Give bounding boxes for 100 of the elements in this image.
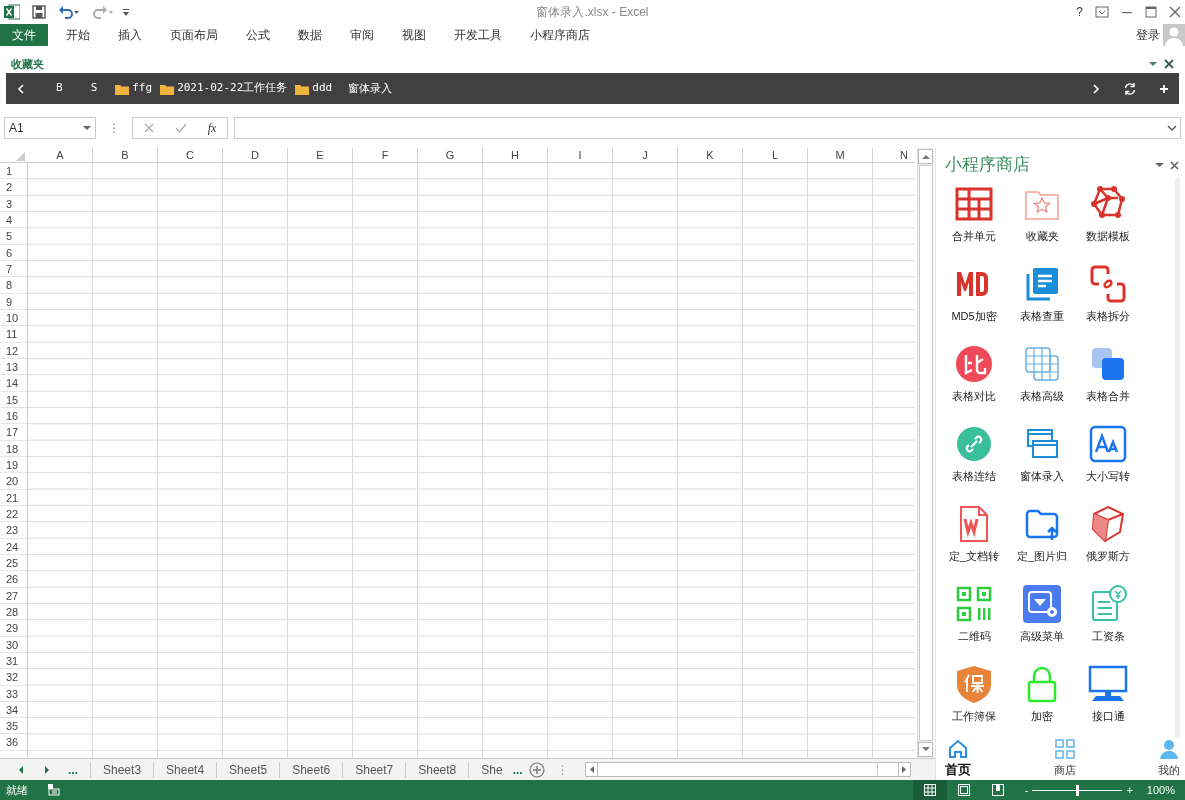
folder-link[interactable]: 2021-02-22工作任务 [156, 80, 292, 97]
more-icon[interactable]: ⋮ [108, 119, 120, 137]
login-link[interactable]: 登录 [1136, 26, 1160, 44]
scroll-down-button[interactable] [918, 742, 933, 757]
excel-logo-icon[interactable] [4, 4, 20, 20]
row-header[interactable]: 15 [0, 391, 27, 408]
sheet-tab[interactable]: Sheet6 [280, 761, 344, 778]
app-tile[interactable]: 定_文档转 [939, 498, 1009, 579]
ribbon-tab[interactable]: 数据 [284, 24, 336, 46]
column-header[interactable]: F [353, 148, 418, 162]
column-header[interactable]: H [483, 148, 548, 162]
app-tile[interactable]: 表格高级 [1009, 338, 1075, 419]
favorite-link[interactable]: B [42, 80, 77, 97]
zoom-out-button[interactable]: - [1024, 781, 1029, 799]
row-header[interactable]: 30 [0, 636, 27, 653]
zoom-in-button[interactable]: + [1126, 781, 1133, 799]
app-tile[interactable]: 大小写转 [1075, 418, 1141, 499]
row-header[interactable]: 36 [0, 734, 27, 751]
previous-sheet-icon[interactable] [18, 765, 24, 774]
nav-tab[interactable]: 商店 [1050, 738, 1079, 780]
column-header[interactable]: M [808, 148, 873, 162]
ribbon-tab[interactable]: 小程序商店 [516, 24, 604, 46]
sheet-tab[interactable]: Sheet4 [154, 761, 218, 778]
zoom-level[interactable]: 100% [1146, 781, 1175, 799]
insert-function-button[interactable]: fx [207, 119, 217, 137]
app-tile[interactable]: 数据模板 [1075, 178, 1141, 259]
app-tile[interactable]: 表格查重 [1009, 258, 1075, 339]
sheet-tab[interactable]: Sheet8 [406, 761, 470, 778]
more-sheets-button[interactable]: ... [506, 761, 529, 778]
row-header[interactable]: 19 [0, 456, 27, 474]
column-header[interactable]: I [548, 148, 613, 162]
row-header[interactable]: 10 [0, 309, 27, 327]
row-header[interactable]: 32 [0, 669, 27, 686]
row-header[interactable]: 7 [0, 260, 27, 278]
row-header[interactable]: 20 [0, 473, 27, 490]
dropdown-icon[interactable] [1148, 60, 1158, 68]
add-sheet-icon[interactable] [528, 761, 545, 778]
sheet-tab[interactable]: She [469, 761, 507, 778]
column-header[interactable]: G [418, 148, 483, 162]
dropdown-icon[interactable] [83, 125, 91, 131]
help-button[interactable]: ? [1076, 3, 1083, 21]
row-header[interactable]: 34 [0, 701, 27, 719]
name-box[interactable]: A1 [4, 117, 96, 139]
app-tile[interactable]: 高级菜单 [1009, 578, 1075, 659]
row-header[interactable]: 21 [0, 489, 27, 506]
row-header[interactable]: 11 [0, 326, 27, 343]
app-tile[interactable]: 表格连结 [939, 418, 1009, 499]
row-header[interactable]: 16 [0, 407, 27, 425]
app-tile[interactable]: 表格合并 [1075, 338, 1141, 419]
ribbon-tab[interactable]: 开始 [52, 24, 104, 46]
app-tile[interactable]: 窗体录入 [1009, 418, 1075, 499]
nav-tab[interactable]: 首页 [942, 738, 974, 780]
sheet-tab[interactable]: Sheet3 [91, 761, 155, 778]
ribbon-tab[interactable]: 开发工具 [440, 24, 516, 46]
folder-link[interactable]: ffg [111, 80, 157, 97]
favorite-link[interactable]: 窗体录入 [344, 80, 397, 97]
sheet-tab[interactable]: Sheet5 [217, 761, 281, 778]
next-sheet-icon[interactable] [44, 765, 50, 774]
customize-icon[interactable] [122, 7, 130, 17]
app-tile[interactable]: 工作簿保 [939, 658, 1009, 739]
slider-thumb[interactable] [1075, 784, 1079, 796]
row-header[interactable]: 5 [0, 228, 27, 245]
app-tile[interactable]: 合并单元 [939, 178, 1009, 259]
row-header[interactable]: 13 [0, 358, 27, 376]
row-header[interactable]: 1 [0, 163, 27, 180]
ribbon-display-icon[interactable] [1095, 6, 1109, 18]
ribbon-tab[interactable]: 页面布局 [156, 24, 232, 46]
row-header[interactable]: 26 [0, 571, 27, 588]
column-header[interactable]: L [743, 148, 808, 162]
row-header[interactable]: 25 [0, 554, 27, 572]
normal-view-button[interactable] [912, 780, 947, 800]
more-sheets-button[interactable]: ... [50, 761, 91, 778]
maximize-icon[interactable] [1145, 6, 1157, 18]
horizontal-scrollbar[interactable] [584, 762, 911, 777]
column-header[interactable]: J [613, 148, 678, 162]
row-header[interactable]: 31 [0, 652, 27, 670]
column-header[interactable]: B [93, 148, 158, 162]
row-header[interactable]: 12 [0, 342, 27, 359]
row-header[interactable]: 8 [0, 277, 27, 294]
row-header[interactable]: 2 [0, 179, 27, 196]
row-header[interactable]: 22 [0, 505, 27, 523]
sheet-tab[interactable]: Sheet7 [343, 761, 407, 778]
app-tile[interactable]: 收藏夹 [1009, 178, 1075, 259]
row-header[interactable]: 3 [0, 195, 27, 212]
app-tile[interactable]: 加密 [1009, 658, 1075, 739]
app-tile[interactable]: 工资条 [1075, 578, 1141, 659]
close-icon[interactable] [1170, 160, 1179, 170]
column-header[interactable]: D [223, 148, 288, 162]
row-header[interactable]: 23 [0, 522, 27, 539]
column-header[interactable]: A [28, 148, 93, 162]
row-header[interactable]: 33 [0, 685, 27, 702]
row-header[interactable]: 18 [0, 440, 27, 457]
file-tab[interactable]: 文件 [0, 24, 48, 46]
app-tile[interactable]: MD5加密 [939, 258, 1009, 339]
row-header[interactable]: 6 [0, 244, 27, 261]
forward-icon[interactable] [1091, 82, 1101, 95]
nav-tab[interactable]: 我的 [1155, 738, 1183, 780]
expand-icon[interactable] [1167, 124, 1177, 132]
column-header[interactable]: K [678, 148, 743, 162]
row-header[interactable]: 14 [0, 375, 27, 392]
